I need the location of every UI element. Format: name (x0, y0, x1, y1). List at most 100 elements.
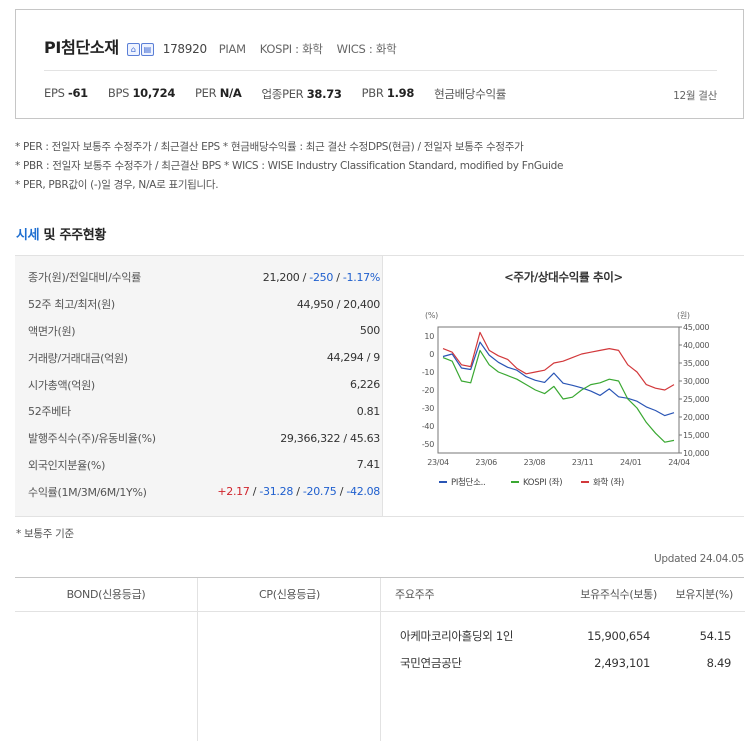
stock-code: 178920 (162, 42, 207, 56)
stat-label: 거래량/거래대금(억원) (28, 351, 128, 365)
left-tick-label: -40 (422, 422, 434, 431)
left-tick-label: -50 (422, 440, 434, 449)
x-tick-label: 23/11 (572, 458, 594, 467)
metric-eps: EPS -61 (44, 86, 88, 100)
holder-row: 아케마코리아홀딩외 1인 15,900,654 54.15 (381, 623, 745, 648)
bond-column: BOND(신용등급) (15, 578, 197, 741)
stat-row: 액면가(원) 500 (28, 318, 380, 345)
holder-shares: 15,900,654 (587, 628, 650, 643)
holder-ratio-header: 보유지분(%) (675, 588, 734, 601)
stat-value-part: -1.17% (342, 270, 380, 284)
stat-row: 발행주식수(주)/유동비율(%) 29,366,322 / 45.63 (28, 425, 380, 452)
stat-value-part: 21,200 (262, 270, 300, 284)
stat-row: 시가총액(억원) 6,226 (28, 371, 380, 398)
stat-value: 44,950 / 20,400 (297, 298, 380, 311)
stat-value-part: 7.41 (356, 458, 381, 472)
chart-card: <주가/상대수익률 추이> (%) (원) 10 0 -10 -20 -30 -40 -50 45… (382, 256, 744, 516)
section-title: 시세 및 주주현황 (16, 224, 106, 243)
holder-name[interactable]: 아케마코리아홀딩외 1인 (400, 628, 513, 644)
stat-value: 6,226 (350, 378, 380, 391)
settlement-label: 12월 결산 (673, 90, 717, 102)
footnote-per: * PER : 전일자 보통주 수정주가 / 최근결산 EPS * 현금배당수익… (15, 141, 524, 153)
left-tick-label: 0 (429, 350, 434, 359)
stat-value: 7.41 (356, 458, 381, 472)
x-tick-label: 23/08 (524, 458, 546, 467)
holders-header-row: 주요주주 보유주식수(보통) 보유지분(%) (381, 578, 745, 612)
metric-per: PER N/A (195, 86, 242, 100)
plot-frame (437, 326, 680, 454)
stat-value: 44,294 / 9 (327, 351, 380, 364)
stat-row: 52주베타 0.81 (28, 398, 380, 425)
price-chart: (%) (원) 10 0 -10 -20 -30 -40 -50 45,000 40,000 35,0… (422, 311, 710, 488)
legend-label: KOSPI (좌) (523, 478, 562, 488)
stat-value: 21,200 / -250 / -1.17% (262, 270, 381, 284)
stat-label: 종가(원)/전일대비/수익률 (28, 271, 141, 285)
updated-date: Updated 24.04.05 (654, 553, 744, 565)
legend-label: 화학 (좌) (593, 477, 624, 488)
stat-value-part: -250 (309, 270, 334, 284)
metric-dividend-yield: 현금배당수익률 (434, 87, 507, 101)
holder-name[interactable]: 국민연금공단 (400, 655, 462, 671)
stat-row: 종가(원)/전일대비/수익률 21,200 / -250 / -1.17% (28, 264, 380, 291)
stat-value-part: -31.28 (259, 485, 294, 499)
stat-value-part: 44,950 / 20,400 (296, 297, 380, 311)
company-title-row: PI첨단소재 ⌂ ▤ 178920 PIAM KOSPI : 화학 WICS : … (44, 34, 397, 58)
english-code: PIAM (218, 42, 246, 56)
stat-label: 시가총액(억원) (28, 378, 95, 392)
cp-header: CP(신용등급) (198, 578, 381, 612)
right-tick-label: 35,000 (683, 359, 709, 368)
company-name[interactable]: PI첨단소재 (44, 34, 119, 58)
right-axis-unit: (원) (677, 311, 690, 320)
wics-sector: WICS : 화학 (336, 42, 397, 56)
stat-value: 500 (360, 324, 380, 337)
summary-divider (44, 70, 717, 71)
section-title-rest: 및 주주현황 (39, 228, 107, 243)
holder-name-header: 주요주주 (395, 588, 435, 601)
stat-value-part: 44,294 / 9 (326, 351, 380, 365)
bond-header: BOND(신용등급) (15, 578, 197, 612)
right-tick-label: 10,000 (683, 449, 709, 458)
metric-pbr: PBR 1.98 (361, 86, 415, 100)
stat-row: 수익률(1M/3M/6M/1Y%) +2.17 / -31.28 / -20.75… (28, 478, 380, 505)
holder-ratio: 54.15 (699, 628, 732, 643)
document-icon[interactable]: ▤ (140, 43, 154, 56)
bottom-table: BOND(신용등급) CP(신용등급) 주요주주 보유주식수(보통) 보유지분(… (15, 577, 745, 741)
stat-label: 수익률(1M/3M/6M/1Y%) (28, 485, 147, 499)
stat-value-part: / (299, 270, 310, 284)
cp-column: CP(신용등급) (197, 578, 381, 741)
market-stats-table: 종가(원)/전일대비/수익률 21,200 / -250 / -1.17% 52주 … (28, 264, 380, 505)
left-tick-label: -20 (422, 386, 434, 395)
stat-value-part: 0.81 (356, 404, 381, 418)
stat-label: 52주베타 (28, 405, 71, 419)
footnote-pbr: * PBR : 전일자 보통주 수정주가 / 최근결산 BPS * WICS :… (15, 160, 564, 172)
left-tick-label: -10 (422, 368, 434, 377)
stat-row: 거래량/거래대금(억원) 44,294 / 9 (28, 344, 380, 371)
holder-shares: 2,493,101 (594, 655, 650, 670)
kospi-sector: KOSPI : 화학 (259, 42, 323, 56)
right-tick-label: 40,000 (683, 341, 709, 350)
home-icon[interactable]: ⌂ (126, 43, 140, 56)
stat-value-part: / (333, 270, 343, 284)
stat-value-part: / (293, 485, 303, 499)
x-tick-label: 23/06 (475, 458, 497, 467)
section-title-highlight: 시세 (16, 228, 40, 243)
right-tick-label: 25,000 (683, 395, 709, 404)
right-tick-label: 45,000 (683, 323, 709, 332)
stat-row: 외국인지분율(%) 7.41 (28, 452, 380, 479)
metric-bps: BPS 10,724 (107, 86, 176, 100)
stat-label: 52주 최고/최저(원) (28, 298, 115, 312)
right-tick-label: 15,000 (683, 431, 709, 440)
x-tick-label: 24/01 (620, 458, 642, 467)
holder-ratio: 8.49 (706, 655, 732, 670)
left-axis-unit: (%) (425, 311, 438, 320)
metric-row: EPS -61 BPS 10,724 PER N/A 업종PER 38.73 P… (44, 86, 506, 102)
stat-value-part: -42.08 (346, 485, 380, 499)
footnote-negative: * PER, PBR값이 (-)일 경우, N/A로 표기됩니다. (15, 179, 219, 191)
stat-label: 발행주식수(주)/유동비율(%) (28, 432, 156, 446)
holder-row: 국민연금공단 2,493,101 8.49 (381, 650, 745, 675)
left-tick-label: 10 (424, 332, 434, 341)
stat-label: 외국인지분율(%) (28, 458, 106, 472)
stat-value-part: / (249, 485, 260, 499)
right-tick-label: 30,000 (683, 377, 709, 386)
holders-column: 주요주주 보유주식수(보통) 보유지분(%) 아케마코리아홀딩외 1인 15,9… (380, 578, 745, 741)
